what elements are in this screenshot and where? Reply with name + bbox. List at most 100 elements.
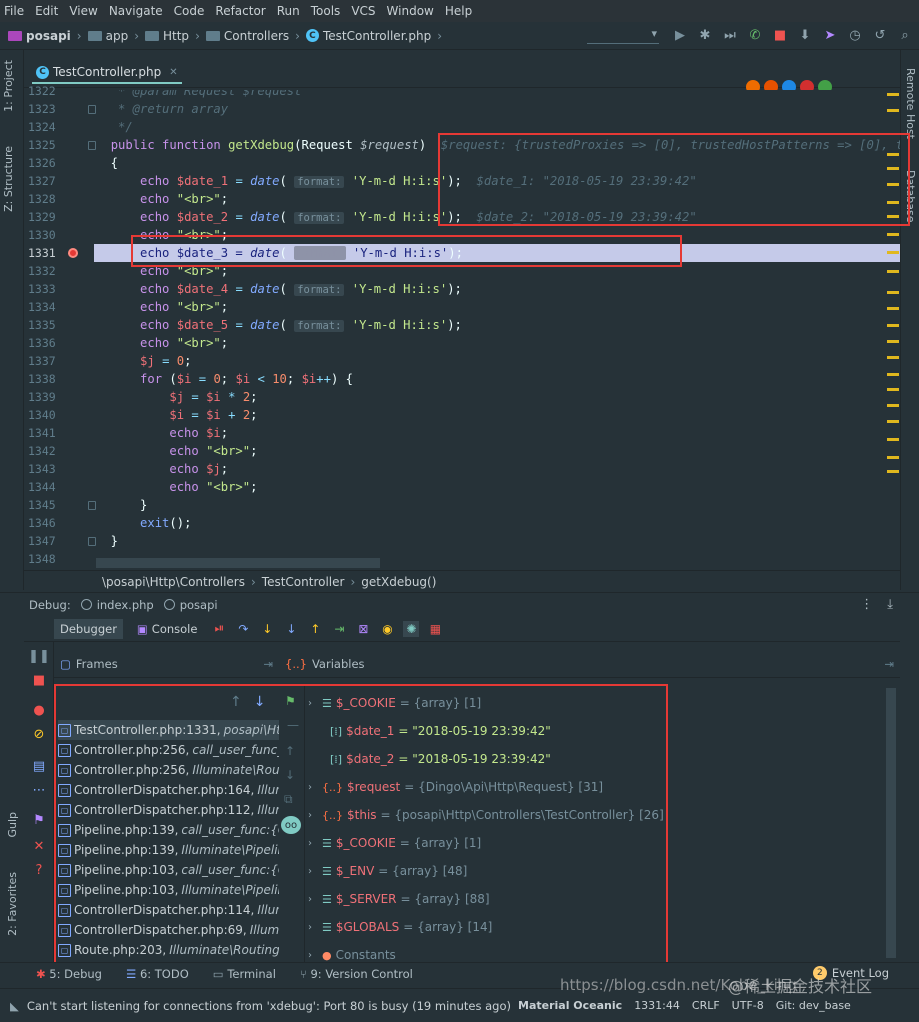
scroll-marker[interactable] <box>887 270 899 273</box>
menu-view[interactable]: View <box>69 4 97 18</box>
line-number[interactable]: 1325 <box>28 138 62 152</box>
crumb-class[interactable]: TestController <box>262 575 345 589</box>
code-line[interactable]: echo $date_5 = date( format: 'Y-m-d H:i:… <box>96 316 900 334</box>
clipboard-icon[interactable]: ▦ <box>427 621 443 637</box>
line-number[interactable]: 1337 <box>28 354 62 368</box>
line-number[interactable]: 1346 <box>28 516 62 530</box>
scroll-marker[interactable] <box>887 291 899 294</box>
fold-marker-icon[interactable] <box>88 105 96 114</box>
scroll-marker[interactable] <box>887 456 899 459</box>
git-branch[interactable]: Git: dev_base <box>776 999 851 1012</box>
menu-navigate[interactable]: Navigate <box>109 4 163 18</box>
step-into-icon[interactable]: ↓ <box>259 621 275 637</box>
step-over-icon[interactable]: ↷ <box>235 621 251 637</box>
view-breakpoints-icon[interactable]: ● <box>31 702 47 718</box>
scroll-marker[interactable] <box>887 307 899 310</box>
gulp-tool-tab[interactable]: Gulp <box>6 812 19 838</box>
status-notification-icon[interactable]: ◣ <box>10 999 19 1013</box>
debug-bug-icon[interactable]: ✱ <box>697 27 713 43</box>
line-number[interactable]: 1331 <box>28 246 62 260</box>
pin-icon[interactable]: ⚑ <box>31 812 47 828</box>
settings-icon[interactable]: ✺ <box>403 620 420 637</box>
crumb-namespace[interactable]: \posapi\Http\Controllers <box>102 575 245 589</box>
mute-breakpoints-icon[interactable]: ⊘ <box>31 726 47 742</box>
phone-listen-icon[interactable]: ✆ <box>747 27 763 43</box>
debug-tab-posapi[interactable]: posapi <box>163 598 218 612</box>
scroll-marker[interactable] <box>887 438 899 441</box>
structure-tool-tab[interactable]: Z: Structure <box>2 146 15 212</box>
run-icon[interactable]: ▶ <box>672 27 688 43</box>
fold-marker-icon[interactable] <box>88 141 96 150</box>
code-line[interactable]: echo "<br>"; <box>96 442 900 460</box>
code-line[interactable]: echo $i; <box>96 424 900 442</box>
code-line[interactable]: echo $date_4 = date( format: 'Y-m-d H:i:… <box>96 280 900 298</box>
line-number[interactable]: 1333 <box>28 282 62 296</box>
breakpoint-icon[interactable] <box>68 248 78 258</box>
scroll-marker[interactable] <box>887 251 899 254</box>
debug-tab-index[interactable]: index.php <box>80 598 154 612</box>
editor-tab-testcontroller[interactable]: C TestController.php ✕ <box>32 62 182 84</box>
line-number[interactable]: 1347 <box>28 534 62 548</box>
code-line[interactable]: * @param Request $request <box>96 90 900 100</box>
line-number[interactable]: 1327 <box>28 174 62 188</box>
scroll-marker[interactable] <box>887 233 899 236</box>
menu-window[interactable]: Window <box>387 4 434 18</box>
scroll-marker[interactable] <box>887 373 899 376</box>
run-to-cursor-icon[interactable]: ⇥ <box>331 621 347 637</box>
more-options-icon[interactable]: ⋮ <box>860 597 873 612</box>
line-number[interactable]: 1324 <box>28 120 62 134</box>
tool-tab-todo[interactable]: ☰ 6: TODO <box>126 967 189 981</box>
hide-panel-icon[interactable]: ⤓ <box>887 597 893 612</box>
code-line[interactable]: $j = 0; <box>96 352 900 370</box>
code-line[interactable]: $j = $i * 2; <box>96 388 900 406</box>
tool-tab-debug[interactable]: ✱ 5: Debug <box>36 967 102 981</box>
scroll-marker[interactable] <box>887 340 899 343</box>
line-number[interactable]: 1345 <box>28 498 62 512</box>
code-line[interactable]: exit(); <box>96 514 900 532</box>
menu-file[interactable]: File <box>4 4 24 18</box>
panel-options-icon[interactable]: ⇥ <box>884 657 894 671</box>
line-number[interactable]: 1339 <box>28 390 62 404</box>
crumb-method[interactable]: getXdebug() <box>361 575 436 589</box>
breadcrumb-app[interactable]: app › <box>87 29 139 43</box>
line-number[interactable]: 1323 <box>28 102 62 116</box>
tool-tab-version-control[interactable]: ⑂ 9: Version Control <box>300 967 413 981</box>
line-number[interactable]: 1341 <box>28 426 62 440</box>
step-icon[interactable]: ⏭ <box>722 27 738 43</box>
menu-tools[interactable]: Tools <box>311 4 341 18</box>
close-debug-icon[interactable]: ✕ <box>31 838 47 854</box>
caret-position[interactable]: 1331:44 <box>634 999 680 1012</box>
force-step-into-icon[interactable]: ↓ <box>283 621 299 637</box>
menu-help[interactable]: Help <box>445 4 472 18</box>
fold-marker-icon[interactable] <box>88 501 96 510</box>
update-project-icon[interactable]: ⬇ <box>797 27 813 43</box>
scroll-marker[interactable] <box>887 470 899 473</box>
favorites-tool-tab[interactable]: 2: Favorites <box>6 872 19 936</box>
revert-icon[interactable]: ↺ <box>872 27 888 43</box>
run-configuration-select[interactable] <box>587 26 659 44</box>
evaluate-expression-icon[interactable]: ⊠ <box>355 621 371 637</box>
line-number[interactable]: 1335 <box>28 318 62 332</box>
remote-host-tool-tab[interactable]: Remote Host <box>904 68 917 139</box>
show-execution-point-icon[interactable]: ⏯ <box>211 621 227 637</box>
file-encoding[interactable]: UTF-8 <box>732 999 764 1012</box>
tool-tab-terminal[interactable]: ▭ Terminal <box>213 967 276 981</box>
search-icon[interactable]: ⌕ <box>897 27 913 43</box>
code-line[interactable]: } <box>96 532 900 550</box>
line-number[interactable]: 1340 <box>28 408 62 422</box>
scroll-marker[interactable] <box>887 356 899 359</box>
status-message[interactable]: Can't start listening for connections fr… <box>27 999 511 1013</box>
line-number[interactable]: 1322 <box>28 84 62 98</box>
fold-marker-icon[interactable] <box>88 537 96 546</box>
scroll-marker[interactable] <box>887 183 899 186</box>
scroll-marker[interactable] <box>887 388 899 391</box>
editor-horizontal-scrollbar[interactable] <box>96 558 380 568</box>
commit-icon[interactable]: ➤ <box>822 27 838 43</box>
line-separator[interactable]: CRLF <box>692 999 720 1012</box>
code-line[interactable]: * @return array <box>96 100 900 118</box>
menu-edit[interactable]: Edit <box>35 4 58 18</box>
pause-icon[interactable]: ❚❚ <box>28 648 50 664</box>
code-line[interactable]: for ($i = 0; $i < 10; $i++) { <box>96 370 900 388</box>
breadcrumb-controllers[interactable]: Controllers › <box>205 29 300 43</box>
line-number[interactable]: 1328 <box>28 192 62 206</box>
